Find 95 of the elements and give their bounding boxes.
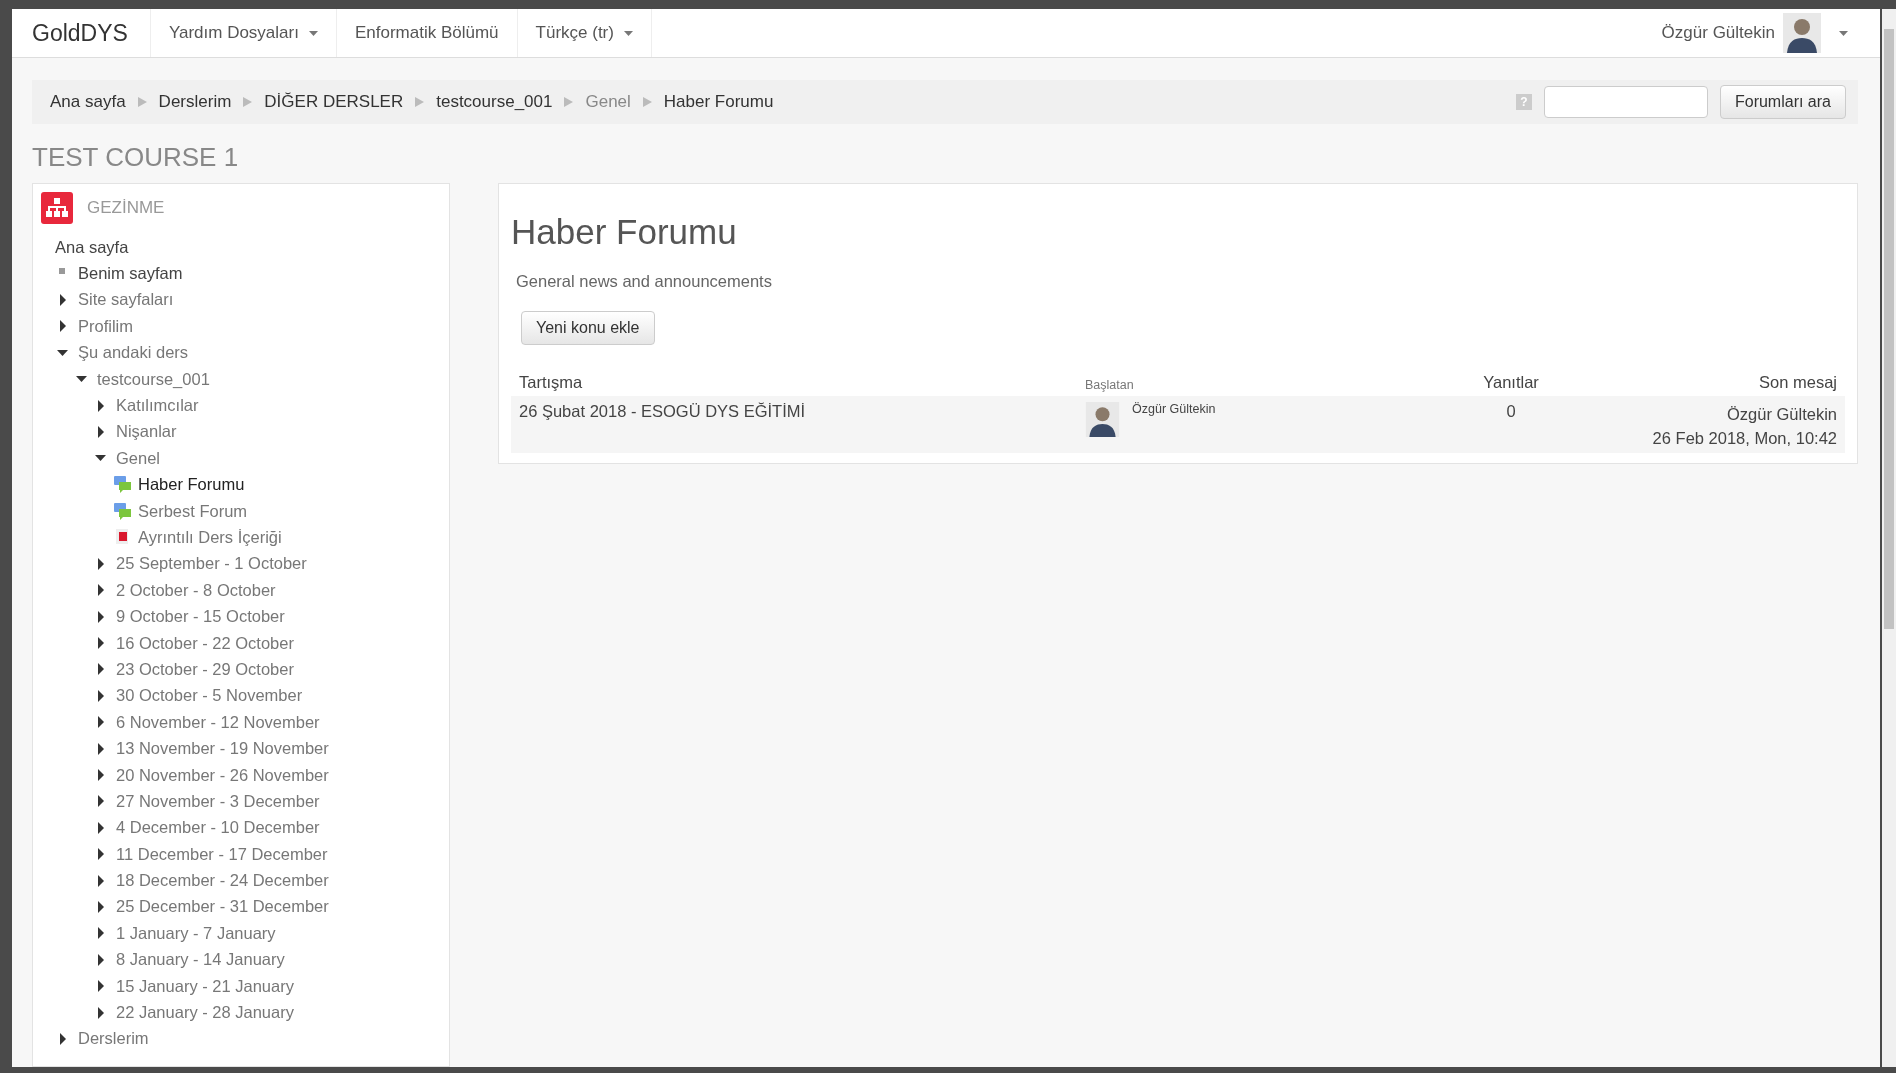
nav-tree-item[interactable]: 13 November - 19 November	[116, 739, 329, 759]
nav-tree-item[interactable]: 2 October - 8 October	[116, 580, 276, 600]
expand-toggle-icon[interactable]	[95, 874, 107, 887]
breadcrumb-text: Genel	[585, 92, 631, 112]
reply-count: 0	[1506, 402, 1516, 420]
breadcrumb-link[interactable]: Derslerim	[158, 92, 232, 112]
expand-toggle-icon[interactable]	[95, 610, 107, 623]
expand-toggle-icon[interactable]	[57, 320, 69, 333]
nav-tree-item[interactable]: Serbest Forum	[138, 501, 248, 521]
expand-toggle-icon[interactable]	[95, 716, 107, 729]
nav-tree-item[interactable]: Site sayfaları	[78, 290, 174, 310]
nav-menu-item[interactable]: Türkçe (tr)	[517, 9, 652, 57]
nav-tree-item[interactable]: Şu andaki ders	[78, 343, 189, 363]
expand-toggle-icon[interactable]	[95, 663, 107, 676]
expand-toggle-icon[interactable]	[95, 900, 107, 913]
expand-toggle-icon[interactable]	[95, 1006, 107, 1019]
expand-toggle-icon[interactable]	[95, 584, 107, 597]
starter-name-link[interactable]: Özgür Gültekin	[1132, 402, 1216, 416]
expand-toggle-icon[interactable]	[95, 557, 107, 570]
nav-tree-item[interactable]: 22 January - 28 January	[116, 1003, 294, 1022]
nav-tree-item[interactable]: Derslerim	[78, 1029, 149, 1049]
nav-tree-item[interactable]: Ana sayfa	[55, 237, 129, 257]
expand-toggle-icon[interactable]	[95, 689, 107, 702]
expand-toggle-icon[interactable]	[95, 399, 107, 412]
separator-icon	[137, 97, 147, 107]
expand-toggle-icon[interactable]	[95, 425, 107, 438]
expand-toggle-icon[interactable]	[95, 927, 107, 940]
caret-icon	[308, 30, 318, 36]
nav-tree-item[interactable]: 8 January - 14 January	[116, 950, 285, 970]
nav-tree-item[interactable]: 27 November - 3 December	[116, 791, 320, 811]
expand-toggle-icon[interactable]	[57, 293, 69, 306]
breadcrumb-link[interactable]: testcourse_001	[436, 92, 553, 112]
breadcrumb-link[interactable]: Haber Forumu	[663, 92, 774, 112]
separator-icon	[642, 97, 652, 107]
column-header: Tartışma	[511, 369, 1077, 396]
nav-tree-item[interactable]: 25 September - 1 October	[116, 554, 307, 574]
nav-menu-item[interactable]: Enformatik Bölümü	[336, 9, 518, 57]
nav-tree-item[interactable]: 6 November - 12 November	[116, 712, 320, 732]
chat-bubbles-icon	[114, 502, 132, 520]
course-title: TEST COURSE 1	[32, 142, 240, 173]
expand-toggle-icon[interactable]	[95, 848, 107, 861]
expand-toggle-icon[interactable]	[95, 637, 107, 650]
nav-tree-item[interactable]: 16 October - 22 October	[116, 633, 294, 653]
nav-tree-item[interactable]: 18 December - 24 December	[116, 871, 329, 891]
nav-tree-item[interactable]: 1 January - 7 January	[116, 923, 276, 943]
nav-tree-item[interactable]: 20 November - 26 November	[116, 765, 329, 785]
nav-tree-item[interactable]: 15 January - 21 January	[116, 976, 294, 996]
nav-tree-item[interactable]: Profilim	[78, 316, 133, 336]
expand-toggle-icon[interactable]	[95, 821, 107, 834]
nav-tree-item[interactable]: Nişanlar	[116, 422, 177, 442]
chat-bubbles-icon	[114, 476, 132, 494]
separator-icon	[564, 97, 574, 107]
breadcrumb-link[interactable]: DİĞER DERSLER	[264, 92, 404, 112]
scrollbar[interactable]	[1882, 9, 1896, 1067]
nav-tree-item[interactable]: Haber Forumu	[138, 475, 245, 495]
search-field[interactable]	[1543, 86, 1708, 118]
search-button[interactable]: Forumları ara	[1719, 85, 1846, 119]
expand-toggle-icon[interactable]	[95, 769, 107, 781]
add-topic-button[interactable]: Yeni konu ekle	[521, 311, 655, 345]
forum-title: Haber Forumu	[511, 212, 738, 252]
column-header: Son mesaj	[1599, 369, 1845, 396]
expand-toggle-icon[interactable]	[95, 795, 107, 808]
column-header: Yanıtlar	[1423, 369, 1599, 396]
user-avatar[interactable]	[1783, 13, 1821, 53]
breadcrumb-link[interactable]: Ana sayfa	[50, 92, 126, 112]
separator-icon	[415, 97, 425, 107]
nav-tree-item[interactable]: 11 December - 17 December	[116, 844, 328, 864]
forum-description: General news and announcements	[516, 272, 773, 291]
expand-toggle-icon[interactable]	[95, 980, 107, 993]
sitemap-icon	[41, 192, 73, 224]
nav-tree-item[interactable]: Ayrıntılı Ders İçeriği	[138, 528, 282, 547]
caret-icon	[623, 30, 633, 36]
nav-tree-item[interactable]: 30 October - 5 November	[116, 686, 303, 706]
nav-menu-item[interactable]: Yardım Dosyaları	[150, 9, 337, 57]
last-post-date-link[interactable]: 26 Feb 2018, Mon, 10:42	[1607, 426, 1837, 450]
user-avatar[interactable]	[1085, 402, 1120, 437]
caret-icon[interactable]	[1839, 30, 1848, 36]
nav-tree-item[interactable]: Katılımcılar	[116, 396, 199, 416]
last-post-author-link[interactable]: Özgür Gültekin	[1607, 402, 1837, 426]
nav-tree-item[interactable]: 25 December - 31 December	[116, 897, 329, 917]
user-name[interactable]: Özgür Gültekin	[1661, 23, 1775, 43]
nav-tree-item[interactable]: 23 October - 29 October	[116, 659, 294, 679]
expand-toggle-icon[interactable]	[57, 1032, 69, 1045]
nav-tree-item[interactable]: Benim sayfam	[78, 264, 183, 284]
discussion-link[interactable]: 26 Şubat 2018 - ESOGÜ DYS EĞİTİMİ	[519, 402, 806, 420]
nav-tree-item[interactable]: testcourse_001	[97, 369, 210, 389]
expand-toggle-icon[interactable]	[95, 742, 107, 755]
column-header: Başlatan	[1077, 369, 1423, 396]
expand-toggle-icon[interactable]	[95, 953, 107, 966]
nav-tree-item[interactable]: 9 October - 15 October	[116, 607, 285, 627]
nav-tree-item[interactable]: Genel	[116, 448, 161, 468]
panel-title: GEZİNME	[87, 198, 165, 218]
separator-icon	[243, 97, 253, 107]
site-brand-link[interactable]: GoldDYS	[12, 9, 151, 57]
nav-tree-item[interactable]: 4 December - 10 December	[116, 818, 320, 838]
